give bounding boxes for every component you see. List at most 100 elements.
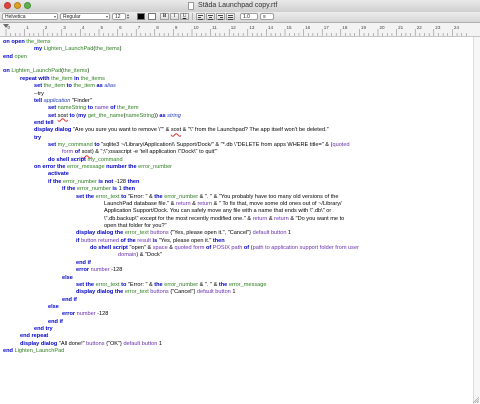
document-proxy-icon[interactable] — [188, 2, 194, 10]
code-token: end — [3, 53, 15, 60]
font-size-stepper[interactable]: ▴ ▾ — [127, 13, 132, 20]
code-token: the_items — [63, 68, 88, 75]
code-line: LaunchPad database file." & return & ret… — [104, 201, 477, 208]
document-text-area[interactable]: on open the_items my Lighten_LaunchPad(th… — [3, 39, 477, 355]
ruler-label: 18 — [342, 25, 348, 30]
code-line: set nameString to name of the_item — [48, 105, 477, 112]
code-token: POSIX path — [212, 245, 243, 252]
code-line: end if — [48, 319, 477, 326]
bold-button[interactable]: B — [160, 13, 169, 20]
text-color-well[interactable] — [137, 13, 145, 20]
code-token: then — [212, 237, 225, 244]
code-token: if the — [62, 186, 77, 193]
ruler[interactable]: 0 1 2 3 4 5 6 7 8 9 10 11 12 13 14 15 16 17 18 19 20 21 22 23 24 — [0, 23, 480, 37]
align-center-button[interactable] — [206, 13, 215, 20]
code-token: -128 — [114, 178, 128, 185]
code-token: the_items — [24, 39, 51, 45]
window-title: Stāda Launchpad copy.rtf — [198, 2, 278, 9]
ruler-label: 19 — [361, 25, 367, 30]
code-token: ) — [119, 46, 122, 53]
resize-grip-icon[interactable] — [473, 397, 479, 403]
code-line: display dialog "All done!" buttons {"OK"… — [20, 341, 477, 348]
font-size-field[interactable]: 12 — [112, 13, 126, 20]
code-line: tell application "Finder" — [34, 98, 477, 105]
close-window-button[interactable] — [4, 2, 11, 9]
code-token: the_item — [117, 105, 139, 112]
code-token: the_item — [73, 83, 95, 90]
code-line: end tell — [34, 120, 477, 127]
ruler-label: 12 — [231, 25, 237, 30]
code-token: the_items — [95, 46, 120, 53]
code-token: as — [94, 83, 105, 90]
vertical-scrollbar[interactable] — [473, 37, 480, 404]
code-token: set — [48, 142, 58, 149]
code-token: return — [252, 215, 268, 222]
font-family-select[interactable]: Helvetica ▾ — [2, 13, 58, 20]
list-bullets-select[interactable]: ≡ — [260, 13, 274, 20]
list-icon: ≡ — [263, 14, 266, 20]
code-token: my — [34, 46, 44, 53]
code-line: end if — [76, 260, 477, 267]
code-token: error_number — [62, 178, 97, 185]
code-token: Lighten_LaunchPad — [11, 68, 62, 75]
code-token: ) & ";\";osascript -e 'tell application … — [91, 149, 218, 156]
code-token: "Finder" — [70, 97, 92, 104]
background-color-well[interactable] — [148, 13, 156, 20]
code-token: error_message — [228, 281, 267, 288]
code-token: ) — [87, 68, 90, 75]
code-token: sost — [170, 127, 182, 134]
code-token: if the — [48, 178, 63, 185]
code-token: to — [86, 105, 95, 112]
code-token: error_number — [76, 186, 111, 193]
code-token: the — [154, 193, 165, 200]
code-token: to — [119, 281, 128, 288]
code-token: error — [62, 311, 77, 318]
textedit-window: Stāda Launchpad copy.rtf Helvetica ▾ Reg… — [0, 0, 480, 404]
code-line: on Lighten_LaunchPad(the_items) — [3, 68, 477, 75]
code-token: do shell script — [90, 245, 130, 252]
line-spacing-select[interactable]: 1.0 — [240, 13, 258, 20]
code-token: on open — [3, 39, 25, 45]
code-token: Lighten_LaunchPad — [14, 348, 65, 355]
code-token: number — [90, 267, 110, 274]
title-bar[interactable]: Stāda Launchpad copy.rtf — [0, 0, 480, 12]
code-token: domain — [118, 252, 137, 259]
align-justify-button[interactable] — [226, 13, 235, 20]
code-token: {"Yes, please open it.", "Cancel"} — [168, 230, 253, 237]
italic-button[interactable]: I — [170, 13, 179, 20]
ruler-label: 17 — [324, 25, 330, 30]
code-token: LaunchPad database file." & — [104, 200, 176, 207]
align-right-button[interactable] — [216, 13, 225, 20]
code-token: the_item — [43, 83, 66, 90]
code-token: the — [218, 281, 229, 288]
underline-button[interactable]: U — [180, 13, 189, 20]
align-left-button[interactable] — [196, 13, 205, 20]
code-token: sost — [81, 149, 92, 156]
code-token: {"OK"} — [104, 340, 124, 347]
font-style-select[interactable]: Regular ▾ — [60, 13, 110, 20]
code-token: return — [175, 200, 191, 207]
code-token: error_number — [164, 193, 199, 200]
code-token: Lighten_LaunchPad — [43, 46, 94, 53]
code-token: & " To fix that, move some old ones out … — [212, 200, 342, 207]
zoom-window-button[interactable] — [24, 2, 31, 9]
code-token: display dialog the — [76, 289, 125, 296]
code-line: end try — [34, 326, 477, 333]
code-token: -128 — [95, 311, 109, 318]
ruler-label: 22 — [417, 25, 423, 30]
code-token: display dialog — [20, 340, 58, 347]
ruler-label: 6 — [119, 25, 122, 30]
ruler-label: 20 — [380, 25, 386, 30]
code-token: to — [119, 193, 128, 200]
code-line: set my_command to "sqlite3 ~/Library/App… — [48, 142, 477, 149]
code-token: quoted form — [174, 245, 205, 252]
code-token: to — [65, 83, 74, 90]
code-line: else — [62, 275, 477, 282]
code-token: get_the_name — [87, 112, 124, 119]
code-token: end — [3, 348, 15, 355]
code-token: try — [34, 134, 42, 141]
code-line: Application Support/Dock. You can safely… — [104, 208, 477, 215]
code-line: do shell script my_command — [48, 157, 477, 164]
minimize-window-button[interactable] — [14, 2, 21, 9]
code-line: end open — [3, 54, 477, 61]
